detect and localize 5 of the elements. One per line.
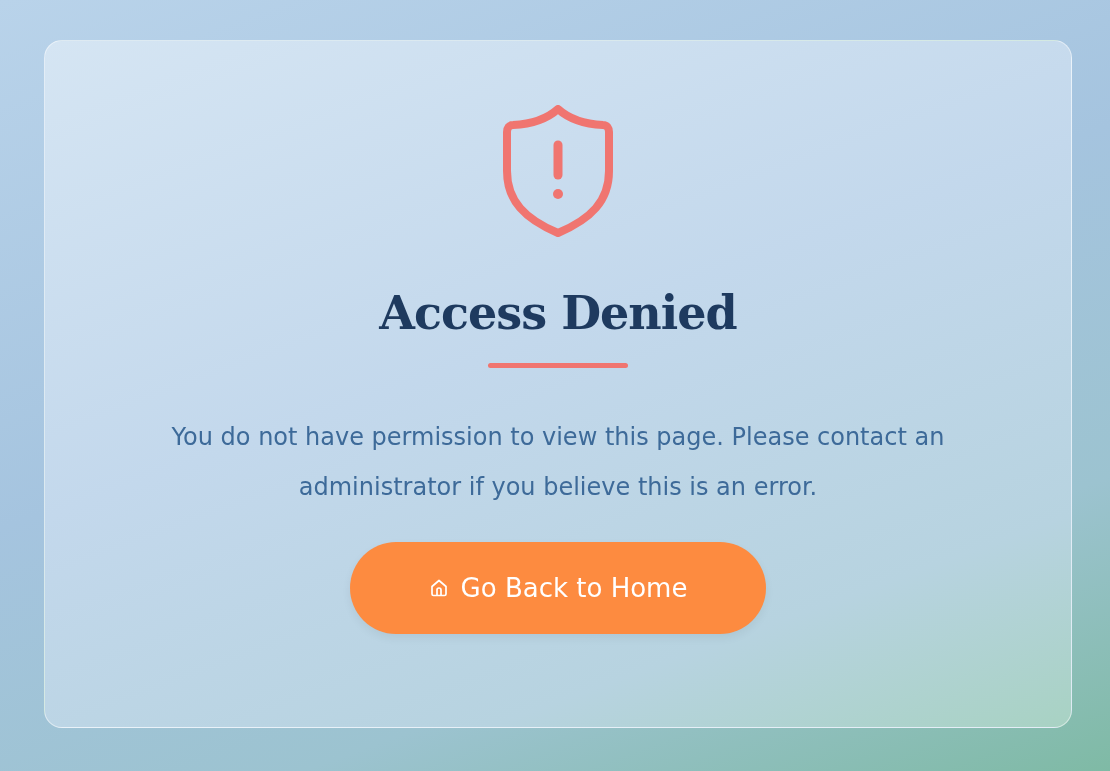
error-message: You do not have permission to view this page. Please contact an administrator if you believe this is an error. — [170, 422, 946, 503]
shield-warning-icon — [503, 105, 613, 237]
page-title: Access Denied — [379, 285, 737, 341]
home-button[interactable]: Go Back to Home — [350, 542, 766, 634]
home-icon — [428, 578, 449, 598]
